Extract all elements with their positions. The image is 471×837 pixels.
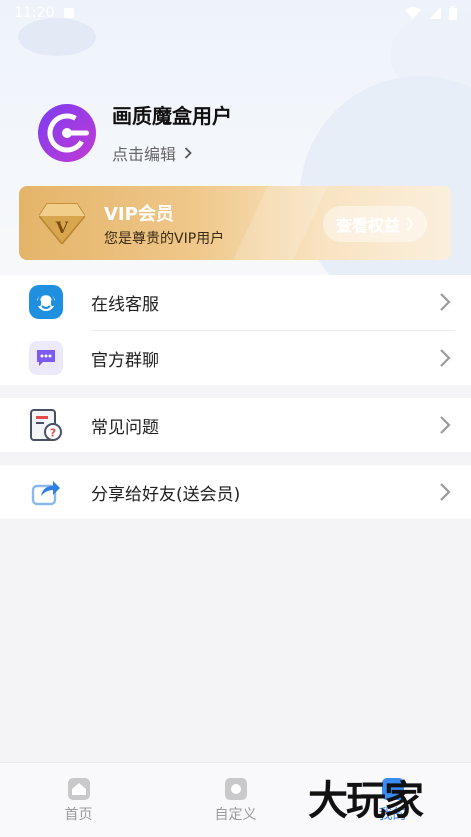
vip-title: VIP会员 [104, 204, 174, 225]
menu-item-label: 分享给好友(送会员) [91, 484, 241, 505]
menu-item-customer-service[interactable]: 在线客服 [0, 275, 471, 329]
vip-card-stripe [225, 186, 333, 260]
wifi-icon [405, 7, 421, 19]
share-icon [29, 475, 63, 509]
menu-item-label: 在线客服 [91, 294, 159, 315]
vip-subtitle: 您是尊贵的VIP用户 [104, 231, 225, 247]
chevron-right-icon [440, 349, 451, 367]
chevron-right-icon [440, 416, 451, 434]
chevron-right-icon [406, 217, 414, 231]
customer-service-icon [29, 285, 63, 319]
menu-group-faq: ? 常见问题 [0, 398, 471, 452]
edit-profile-label: 点击编辑 [112, 145, 177, 164]
nav-tab-home[interactable]: 首页 [0, 763, 157, 837]
menu-item-faq[interactable]: ? 常见问题 [0, 398, 471, 452]
nav-tab-custom[interactable]: 自定义 [157, 763, 314, 837]
chevron-right-icon [440, 293, 451, 311]
app-logo-icon [47, 113, 89, 152]
signal-icon [429, 7, 441, 19]
nav-tab-label: 自定义 [214, 806, 257, 823]
user-name: 画质魔盒用户 [112, 104, 232, 128]
faq-icon: ? [29, 408, 63, 442]
chevron-right-icon [184, 147, 192, 159]
vip-diamond-icon: V [39, 203, 85, 244]
menu-item-label: 常见问题 [91, 417, 159, 438]
home-icon [67, 777, 90, 800]
chevron-right-icon [440, 483, 451, 501]
avatar[interactable] [38, 103, 96, 162]
status-time: 11:20 [14, 5, 55, 21]
notification-icon [64, 8, 75, 18]
menu-item-share[interactable]: 分享给好友(送会员) [0, 465, 471, 519]
menu-group-support: 在线客服 官方群聊 [0, 275, 471, 385]
nav-tab-label: 首页 [64, 806, 93, 823]
view-benefits-button[interactable]: 查看权益 [323, 206, 427, 242]
profile-section[interactable]: 画质魔盒用户 点击编辑 [38, 100, 232, 165]
status-bar: 11:20 [0, 0, 471, 26]
watermark-logo: 大玩家 [308, 778, 424, 824]
group-chat-icon [29, 341, 63, 375]
edit-profile-link[interactable]: 点击编辑 [112, 141, 232, 165]
custom-icon [224, 777, 247, 800]
vip-card[interactable]: V VIP会员 您是尊贵的VIP用户 查看权益 [19, 186, 451, 260]
view-benefits-label: 查看权益 [335, 216, 400, 235]
menu-group-share: 分享给好友(送会员) [0, 465, 471, 519]
svg-text:?: ? [50, 427, 56, 440]
battery-icon [449, 6, 457, 20]
menu-item-group-chat[interactable]: 官方群聊 [0, 331, 471, 385]
menu-item-label: 官方群聊 [91, 350, 159, 371]
vip-badge-letter: V [55, 218, 69, 237]
